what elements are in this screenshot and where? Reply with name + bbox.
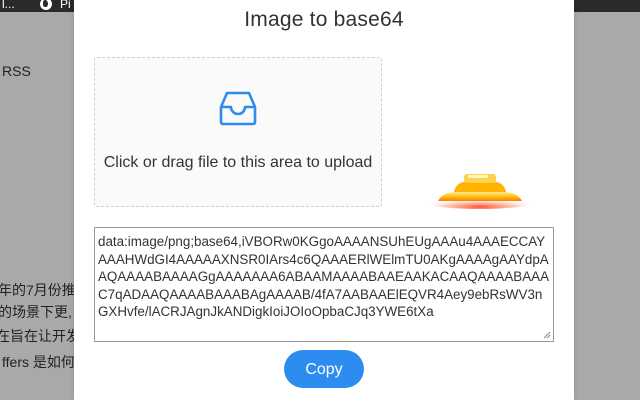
image-to-base64-modal: Image to base64 Click or drag file to th… xyxy=(74,0,574,400)
globe-icon xyxy=(40,0,52,10)
background-text: 的场景下更, xyxy=(0,304,72,320)
bookmark-item[interactable]: l... xyxy=(2,0,15,11)
base64-output-textarea[interactable]: data:image/png;base64,iVBORw0KGgoAAAANSU… xyxy=(94,227,554,342)
modal-title: Image to base64 xyxy=(244,8,404,31)
bookmark-item-2[interactable]: Pi xyxy=(60,0,71,11)
resize-grip-icon[interactable] xyxy=(543,331,551,339)
background-text: 年的7月份推 xyxy=(0,282,76,298)
inbox-icon xyxy=(219,91,257,126)
background-text: ffers 是如何 xyxy=(2,354,75,370)
upload-dropzone[interactable]: Click or drag file to this area to uploa… xyxy=(94,57,382,207)
background-text: 在旨在让开发 xyxy=(0,328,80,344)
upload-hint: Click or drag file to this area to uploa… xyxy=(103,154,373,171)
background-text: RSS xyxy=(2,63,31,79)
image-preview xyxy=(426,174,534,209)
copy-button[interactable]: Copy xyxy=(284,350,364,388)
base64-output-text: data:image/png;base64,iVBORw0KGgoAAAANSU… xyxy=(98,234,550,319)
